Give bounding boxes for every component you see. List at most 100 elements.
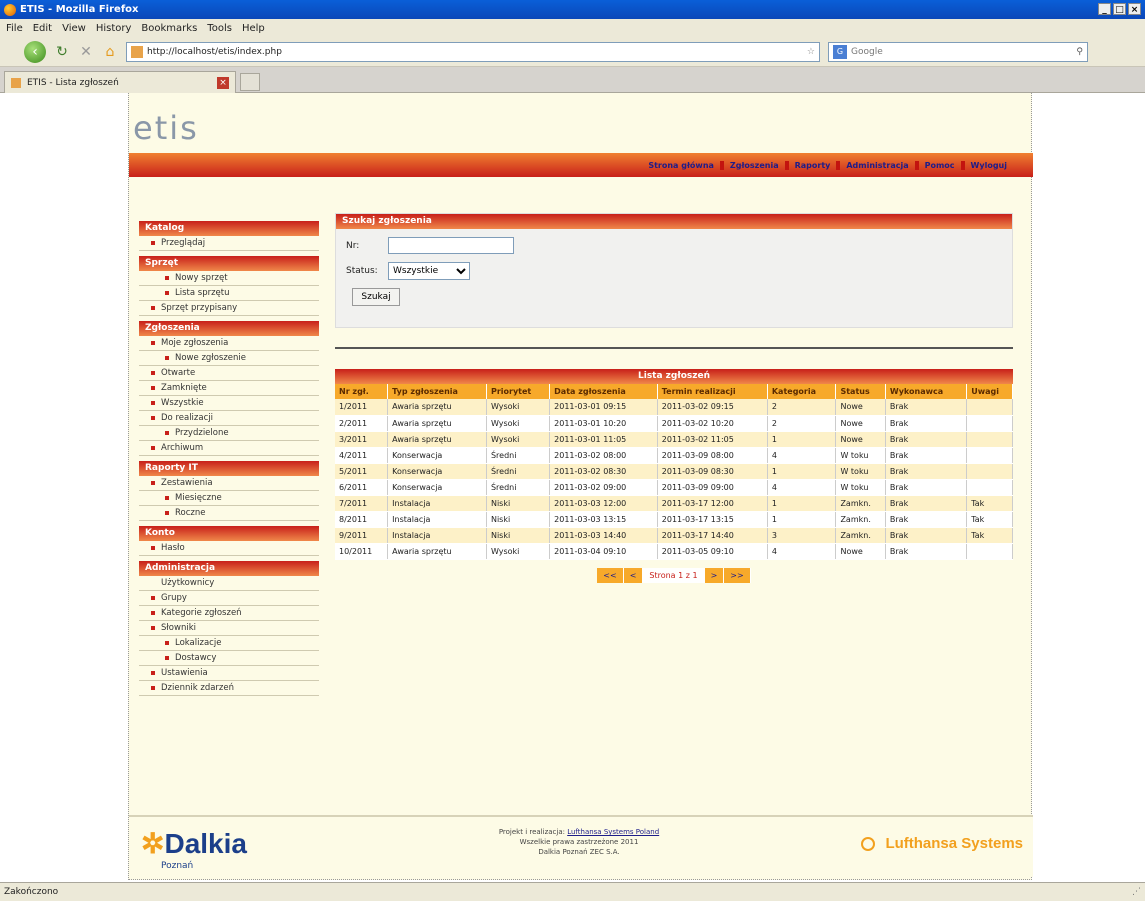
- prev-page-button[interactable]: <: [623, 567, 644, 583]
- sidebar-item[interactable]: Nowe zgłoszenie: [139, 351, 319, 366]
- sidebar-item[interactable]: Użytkownicy: [139, 576, 319, 591]
- sidebar-item[interactable]: Nowy sprzęt: [139, 271, 319, 286]
- table-cell: Średni: [486, 463, 551, 480]
- sidebar-heading: Konto: [139, 526, 319, 541]
- table-cell[interactable]: 1/2011: [335, 399, 389, 416]
- table-cell[interactable]: 4/2011: [335, 447, 389, 464]
- sidebar-item[interactable]: Kategorie zgłoszeń: [139, 606, 319, 621]
- table-row[interactable]: 8/2011 Instalacja Niski 2011-03-03 13:15 201…: [335, 511, 1013, 528]
- table-row[interactable]: 2/2011 Awaria sprzętu Wysoki 2011-03-01 10:…: [335, 415, 1013, 432]
- reload-icon[interactable]: ↻: [54, 44, 70, 60]
- sidebar-item[interactable]: Lista sprzętu: [139, 286, 319, 301]
- table-cell[interactable]: 7/2011: [335, 495, 389, 512]
- topnav-link-4[interactable]: Pomoc: [919, 160, 965, 170]
- column-header[interactable]: Typ zgłoszenia: [387, 384, 487, 399]
- table-cell: Tak: [966, 511, 1013, 528]
- column-header[interactable]: Status: [835, 384, 886, 399]
- table-cell[interactable]: 9/2011: [335, 527, 389, 544]
- column-header[interactable]: Termin realizacji: [657, 384, 768, 399]
- topnav-link-0[interactable]: Strona główna: [642, 160, 724, 170]
- tab-current[interactable]: ETIS - Lista zgłoszeń ×: [4, 71, 236, 93]
- table-row[interactable]: 6/2011 Konserwacja Średni 2011-03-02 09:00 2…: [335, 479, 1013, 496]
- table-cell[interactable]: 2/2011: [335, 415, 389, 432]
- menu-2[interactable]: View: [62, 23, 86, 34]
- close-tab-icon[interactable]: ×: [217, 76, 229, 89]
- sidebar-item[interactable]: Dostawcy: [139, 651, 319, 666]
- last-page-button[interactable]: >>: [724, 567, 751, 583]
- table-row[interactable]: 7/2011 Instalacja Niski 2011-03-03 12:00 201…: [335, 495, 1013, 512]
- sidebar-item-label: Do realizacji: [161, 412, 213, 423]
- table-row[interactable]: 4/2011 Konserwacja Średni 2011-03-02 08:00 2…: [335, 447, 1013, 464]
- topnav-link-3[interactable]: Administracja: [840, 160, 919, 170]
- sidebar-item[interactable]: Miesięczne: [139, 491, 319, 506]
- credits-link[interactable]: Lufthansa Systems Poland: [567, 828, 659, 836]
- resize-grip-icon[interactable]: ⋰: [1132, 887, 1141, 897]
- sidebar-item[interactable]: Roczne: [139, 506, 319, 521]
- sidebar-item[interactable]: Sprzęt przypisany: [139, 301, 319, 316]
- sidebar-item[interactable]: Przydzielone: [139, 426, 319, 441]
- sidebar-item[interactable]: Słowniki: [139, 621, 319, 636]
- table-row[interactable]: 1/2011 Awaria sprzętu Wysoki 2011-03-01 09:…: [335, 399, 1013, 416]
- first-page-button[interactable]: <<: [597, 567, 624, 583]
- table-row[interactable]: 5/2011 Konserwacja Średni 2011-03-02 08:30 2…: [335, 463, 1013, 480]
- navigation-toolbar: ‹ ↻ ✕ ⌂ http://localhost/etis/index.php …: [0, 37, 1145, 67]
- topnav-link-1[interactable]: Zgłoszenia: [724, 160, 789, 170]
- topnav-link-2[interactable]: Raporty: [789, 160, 841, 170]
- sidebar-item[interactable]: Wszystkie: [139, 396, 319, 411]
- bookmark-star-icon[interactable]: ☆: [807, 47, 815, 57]
- home-icon[interactable]: ⌂: [102, 44, 118, 60]
- column-header[interactable]: Wykonawca: [885, 384, 968, 399]
- search-button[interactable]: Szukaj: [352, 288, 400, 306]
- menu-3[interactable]: History: [96, 23, 132, 34]
- sidebar-item[interactable]: Archiwum: [139, 441, 319, 456]
- sidebar-item[interactable]: Otwarte: [139, 366, 319, 381]
- table-cell[interactable]: 5/2011: [335, 463, 389, 480]
- sidebar-item[interactable]: Hasło: [139, 541, 319, 556]
- sidebar-item[interactable]: Zestawienia: [139, 476, 319, 491]
- stop-icon[interactable]: ✕: [78, 44, 94, 60]
- sidebar-item[interactable]: Dziennik zdarzeń: [139, 681, 319, 696]
- table-row[interactable]: 10/2011 Awaria sprzętu Wysoki 2011-03-04 09…: [335, 543, 1013, 560]
- table-cell[interactable]: 3/2011: [335, 431, 389, 448]
- new-tab-button[interactable]: [240, 73, 260, 91]
- next-page-button[interactable]: >: [704, 567, 725, 583]
- menu-bar: File Edit View History Bookmarks Tools Help: [0, 19, 1145, 37]
- sidebar-item[interactable]: Ustawienia: [139, 666, 319, 681]
- column-header[interactable]: Data zgłoszenia: [549, 384, 658, 399]
- menu-0[interactable]: File: [6, 23, 23, 34]
- table-cell[interactable]: 10/2011: [335, 543, 389, 560]
- column-header[interactable]: Kategoria: [767, 384, 837, 399]
- sidebar-item[interactable]: Grupy: [139, 591, 319, 606]
- column-header[interactable]: Uwagi: [966, 384, 1013, 399]
- sidebar-item[interactable]: Do realizacji: [139, 411, 319, 426]
- topnav-link-5[interactable]: Wyloguj: [965, 161, 1013, 170]
- table-cell[interactable]: 6/2011: [335, 479, 389, 496]
- column-header[interactable]: Priorytet: [486, 384, 551, 399]
- sidebar-item[interactable]: Przeglądaj: [139, 236, 319, 251]
- column-header[interactable]: Nr zgł.: [335, 384, 389, 399]
- menu-1[interactable]: Edit: [33, 23, 52, 34]
- back-arrow-icon[interactable]: ‹: [24, 40, 46, 63]
- status-select[interactable]: Wszystkie: [388, 262, 470, 280]
- minimize-button[interactable]: _: [1098, 3, 1111, 15]
- menu-4[interactable]: Bookmarks: [141, 23, 197, 34]
- bullet-icon: [151, 371, 155, 375]
- close-window-button[interactable]: ×: [1128, 3, 1141, 15]
- tab-title: ETIS - Lista zgłoszeń: [27, 77, 119, 88]
- search-icon[interactable]: ⚲: [1076, 47, 1083, 57]
- search-panel: Szukaj zgłoszenia Nr: Status: Wszystkie …: [335, 213, 1013, 328]
- address-bar[interactable]: http://localhost/etis/index.php ☆: [126, 41, 820, 62]
- sidebar-item[interactable]: Moje zgłoszenia: [139, 336, 319, 351]
- sidebar-item[interactable]: Zamknięte: [139, 381, 319, 396]
- menu-5[interactable]: Tools: [207, 23, 232, 34]
- sidebar-item[interactable]: Lokalizacje: [139, 636, 319, 651]
- table-row[interactable]: 9/2011 Instalacja Niski 2011-03-03 14:40 201…: [335, 527, 1013, 544]
- table-row[interactable]: 3/2011 Awaria sprzętu Wysoki 2011-03-01 11:…: [335, 431, 1013, 448]
- search-bar[interactable]: G Google ⚲: [828, 41, 1088, 62]
- nr-input[interactable]: [388, 237, 514, 254]
- maximize-button[interactable]: □: [1113, 3, 1126, 15]
- table-cell: 2011-03-09 09:00: [657, 479, 768, 496]
- table-cell[interactable]: 8/2011: [335, 511, 389, 528]
- sidebar-item-label: Wszystkie: [161, 397, 204, 408]
- menu-6[interactable]: Help: [242, 23, 265, 34]
